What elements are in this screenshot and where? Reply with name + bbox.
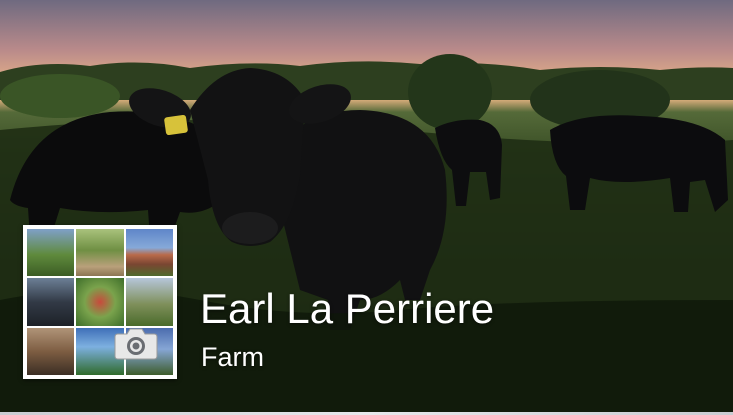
collage-tile	[76, 229, 124, 277]
collage-tile	[125, 278, 173, 326]
collage-tile	[27, 278, 75, 326]
page-title: Earl La Perriere	[200, 285, 495, 332]
cover-photo[interactable]: Earl La Perriere Farm	[0, 0, 733, 415]
page-category[interactable]: Farm	[201, 341, 264, 373]
profile-picture[interactable]	[23, 225, 177, 379]
camera-icon[interactable]	[114, 326, 158, 360]
collage-tile	[76, 278, 124, 326]
collage-tile	[125, 229, 173, 277]
collage-tile	[27, 327, 75, 375]
collage-tile	[27, 229, 75, 277]
